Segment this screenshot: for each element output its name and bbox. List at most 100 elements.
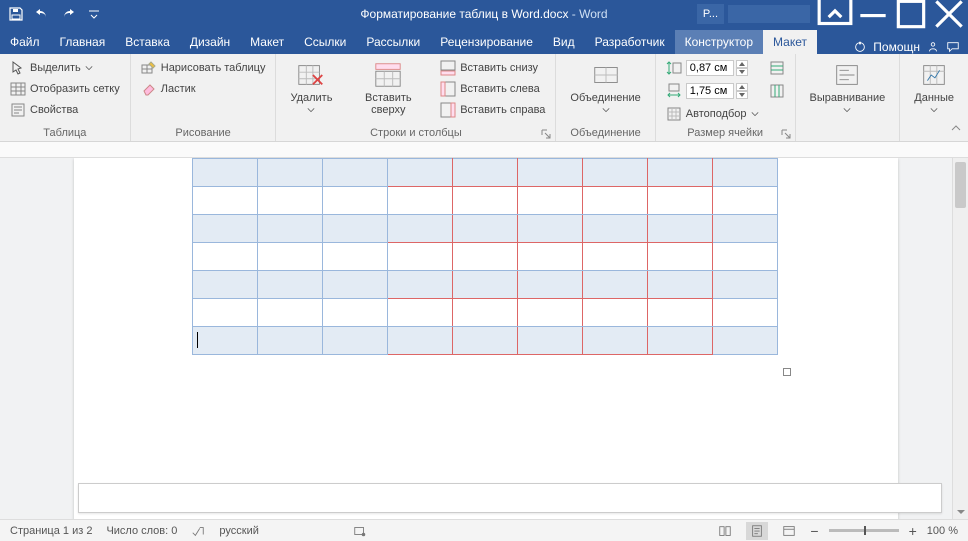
table-cell[interactable]	[388, 327, 453, 355]
tab-file[interactable]: Файл	[0, 30, 50, 54]
tab-developer[interactable]: Разработчик	[585, 30, 675, 54]
language-status[interactable]: русский	[219, 525, 258, 537]
tab-design[interactable]: Дизайн	[180, 30, 240, 54]
table-cell[interactable]	[518, 159, 583, 187]
table-cell[interactable]	[648, 159, 713, 187]
table-cell[interactable]	[453, 243, 518, 271]
table-cell[interactable]	[583, 327, 648, 355]
eraser-button[interactable]: Ластик	[139, 79, 268, 99]
view-gridlines-button[interactable]: Отобразить сетку	[8, 79, 122, 99]
save-icon[interactable]	[8, 6, 24, 22]
table-cell[interactable]	[518, 299, 583, 327]
table-cell[interactable]	[713, 187, 778, 215]
table-cell[interactable]	[713, 243, 778, 271]
table-cell[interactable]	[713, 299, 778, 327]
table-row[interactable]	[193, 299, 778, 327]
zoom-level[interactable]: 100 %	[927, 525, 958, 537]
tell-me-icon[interactable]	[853, 40, 867, 54]
table-cell[interactable]	[193, 299, 258, 327]
table-cell[interactable]	[713, 215, 778, 243]
username-block[interactable]	[728, 5, 810, 23]
undo-icon[interactable]	[34, 6, 50, 22]
table-cell[interactable]	[388, 159, 453, 187]
table-cell[interactable]	[258, 159, 323, 187]
table-cell[interactable]	[648, 299, 713, 327]
web-layout-button[interactable]	[778, 522, 800, 540]
height-down[interactable]	[736, 68, 748, 76]
presenter-name[interactable]: P...	[697, 4, 724, 24]
table-row[interactable]	[193, 243, 778, 271]
width-field[interactable]	[686, 83, 734, 99]
table-cell[interactable]	[453, 187, 518, 215]
table-cell[interactable]	[518, 243, 583, 271]
spellcheck-icon[interactable]	[191, 524, 205, 538]
table-cell[interactable]	[323, 215, 388, 243]
comments-icon[interactable]	[946, 40, 960, 54]
tab-table-layout[interactable]: Макет	[763, 30, 817, 54]
document-table[interactable]	[192, 158, 778, 355]
qat-dropdown-icon[interactable]	[86, 6, 102, 22]
table-cell[interactable]	[713, 159, 778, 187]
table-cell[interactable]	[453, 271, 518, 299]
table-cell[interactable]	[453, 299, 518, 327]
table-cell[interactable]	[453, 159, 518, 187]
macro-recording-icon[interactable]	[353, 524, 367, 538]
zoom-slider[interactable]	[829, 529, 899, 532]
table-cell[interactable]	[453, 327, 518, 355]
table-cell[interactable]	[518, 327, 583, 355]
vertical-scrollbar[interactable]	[952, 158, 968, 519]
tab-layout[interactable]: Макет	[240, 30, 294, 54]
tell-me-label[interactable]: Помощн	[873, 40, 920, 54]
width-up[interactable]	[736, 83, 748, 91]
tab-mail[interactable]: Рассылки	[356, 30, 430, 54]
alignment-button[interactable]: Выравнивание	[804, 58, 892, 116]
table-cell[interactable]	[193, 187, 258, 215]
table-cell[interactable]	[648, 187, 713, 215]
insert-below-button[interactable]: Вставить снизу	[438, 58, 547, 78]
tab-references[interactable]: Ссылки	[294, 30, 356, 54]
dialog-launcher-icon[interactable]	[781, 129, 791, 139]
redo-icon[interactable]	[60, 6, 76, 22]
table-cell[interactable]	[388, 299, 453, 327]
table-cell[interactable]	[583, 215, 648, 243]
table-cell[interactable]	[648, 215, 713, 243]
zoom-in-button[interactable]: +	[909, 523, 917, 539]
table-cell[interactable]	[518, 271, 583, 299]
table-cell[interactable]	[193, 159, 258, 187]
share-icon[interactable]	[926, 40, 940, 54]
distribute-cols-button[interactable]	[767, 81, 787, 101]
insert-right-button[interactable]: Вставить справа	[438, 100, 547, 120]
print-layout-button[interactable]	[746, 522, 768, 540]
tab-review[interactable]: Рецензирование	[430, 30, 543, 54]
word-count-status[interactable]: Число слов: 0	[106, 525, 177, 537]
ribbon-collapse-icon[interactable]	[816, 0, 854, 28]
table-cell[interactable]	[193, 243, 258, 271]
delete-button[interactable]: Удалить	[284, 58, 338, 116]
table-cell[interactable]	[583, 243, 648, 271]
page[interactable]	[74, 158, 898, 519]
distribute-rows-button[interactable]	[767, 58, 787, 78]
page-number-status[interactable]: Страница 1 из 2	[10, 525, 92, 537]
width-down[interactable]	[736, 91, 748, 99]
draw-table-button[interactable]: Нарисовать таблицу	[139, 58, 268, 78]
table-cell[interactable]	[193, 215, 258, 243]
table-cell[interactable]	[648, 327, 713, 355]
table-cell[interactable]	[258, 271, 323, 299]
row-height-input[interactable]	[664, 58, 761, 78]
scroll-down-icon[interactable]	[953, 505, 968, 519]
table-cell[interactable]	[388, 243, 453, 271]
table-cell[interactable]	[258, 215, 323, 243]
height-field[interactable]	[686, 60, 734, 76]
properties-button[interactable]: Свойства	[8, 100, 122, 120]
table-cell[interactable]	[518, 215, 583, 243]
table-row[interactable]	[193, 159, 778, 187]
col-width-input[interactable]	[664, 81, 761, 101]
table-cell[interactable]	[258, 187, 323, 215]
select-button[interactable]: Выделить	[8, 58, 122, 78]
table-cell[interactable]	[323, 159, 388, 187]
data-button[interactable]: Данные	[908, 58, 960, 116]
zoom-out-button[interactable]: −	[810, 523, 818, 539]
table-cell[interactable]	[583, 159, 648, 187]
collapse-ribbon-button[interactable]	[950, 122, 962, 137]
tab-home[interactable]: Главная	[50, 30, 116, 54]
